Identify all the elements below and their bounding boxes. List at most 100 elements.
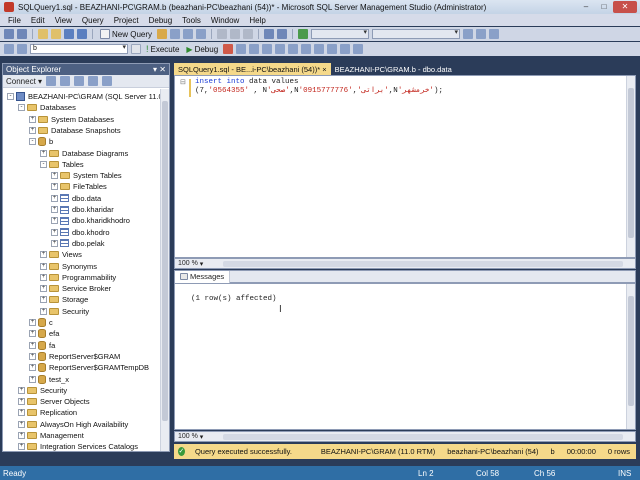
tree-node[interactable]: + test_x [29, 374, 69, 385]
object-explorer-icon[interactable] [4, 44, 14, 54]
tab-dbo-data[interactable]: BEAZHANI-PC\GRAM.b - dbo.data [331, 63, 456, 75]
tree-node[interactable]: + dbo.kharidkhodro [51, 215, 130, 226]
tree-node[interactable]: + Server Objects [18, 396, 90, 407]
menu-help[interactable]: Help [244, 16, 270, 25]
increase-indent-icon[interactable] [353, 44, 364, 54]
expand-node-icon[interactable]: + [29, 319, 36, 326]
menu-edit[interactable]: Edit [26, 16, 50, 25]
expand-node-icon[interactable]: + [29, 115, 36, 123]
maximize-button[interactable]: □ [595, 1, 613, 13]
execute-button[interactable]: ! Execute [144, 44, 181, 54]
tree-node[interactable]: + Database Snapshots [29, 125, 121, 136]
menu-window[interactable]: Window [206, 16, 244, 25]
collapse-icon[interactable]: ⊟ [180, 78, 186, 86]
tree-node[interactable]: + AlwaysOn High Availability [18, 419, 128, 430]
expand-node-icon[interactable]: + [29, 364, 36, 372]
tree-node[interactable]: + Integration Services Catalogs [18, 441, 138, 451]
menu-file[interactable]: File [3, 16, 26, 25]
activity-monitor-icon[interactable] [102, 76, 113, 86]
cut-icon[interactable] [217, 29, 228, 39]
expand-node-icon[interactable]: + [29, 375, 36, 383]
tree-node[interactable]: + Replication [18, 407, 77, 418]
tree-node[interactable]: + Views [40, 249, 82, 260]
toolbox-icon[interactable] [489, 29, 500, 39]
tab-close-icon[interactable]: × [322, 65, 326, 74]
stop-icon[interactable] [60, 76, 71, 86]
tab-messages[interactable]: Messages [175, 270, 231, 283]
results-horizontal-scrollbar[interactable] [223, 434, 623, 440]
tree-node[interactable]: + FileTables [51, 181, 107, 192]
menu-project[interactable]: Project [109, 16, 144, 25]
uncomment-icon[interactable] [327, 44, 338, 54]
comment-icon[interactable] [314, 44, 325, 54]
disconnect-icon[interactable] [46, 76, 57, 86]
expand-node-icon[interactable]: + [51, 239, 58, 247]
refresh-icon[interactable] [88, 76, 99, 86]
tree-node[interactable]: - Tables [40, 159, 84, 170]
tree-node[interactable]: + fa [29, 340, 55, 351]
new-project-icon[interactable] [38, 29, 48, 39]
tree-node[interactable]: + Storage [40, 294, 88, 305]
copy-icon[interactable] [230, 29, 241, 39]
expand-node-icon[interactable]: + [40, 307, 47, 315]
redo-icon[interactable] [277, 29, 288, 39]
back-icon[interactable] [4, 29, 14, 39]
tree-node[interactable]: + Programmability [40, 272, 116, 283]
analysis-query-icon[interactable] [170, 29, 181, 39]
find-combo[interactable] [372, 29, 461, 39]
expand-node-icon[interactable]: + [18, 386, 25, 394]
filter-icon[interactable] [74, 76, 85, 86]
expand-node-icon[interactable]: + [18, 432, 25, 439]
editor-scrollbar[interactable] [626, 76, 635, 257]
tree-node[interactable]: + Management [18, 430, 84, 441]
properties-icon[interactable] [476, 29, 487, 39]
results-zoom-combo[interactable]: 100 % [178, 433, 198, 440]
parse-icon[interactable] [131, 44, 141, 54]
tree-node[interactable]: + dbo.pelak [51, 238, 105, 249]
expand-node-icon[interactable]: + [40, 296, 47, 304]
paste-icon[interactable] [243, 29, 254, 39]
menu-view[interactable]: View [50, 16, 77, 25]
editor-zoom-combo[interactable]: 100 % [178, 260, 198, 267]
tree-node[interactable]: + efa [29, 328, 59, 339]
connect-button[interactable]: Connect ▾ [6, 77, 42, 86]
query-designer-icon[interactable] [262, 44, 273, 54]
expand-node-icon[interactable]: + [51, 172, 58, 180]
collapse-node-icon[interactable]: - [18, 104, 25, 112]
expand-node-icon[interactable]: + [18, 409, 25, 417]
tree-node[interactable]: -b [29, 136, 53, 147]
expand-node-icon[interactable]: + [51, 183, 58, 191]
expand-node-icon[interactable]: + [40, 285, 47, 293]
tab-sqlquery1[interactable]: SQLQuery1.sql - BE...i-PC\beazhani (54))… [174, 63, 331, 75]
tree-node[interactable]: + c [29, 317, 53, 328]
tree-node[interactable]: - BEAZHANI-PC\GRAM (SQL Server 11.0 [7, 91, 161, 102]
decrease-indent-icon[interactable] [340, 44, 351, 54]
save-all-icon[interactable] [77, 29, 87, 39]
dmx-query-icon[interactable] [196, 29, 207, 39]
tree-node[interactable]: - Databases [18, 102, 76, 113]
check-icon[interactable] [236, 44, 247, 54]
cancel-query-icon[interactable] [223, 44, 234, 54]
tree-node[interactable]: + ReportServer$GRAMTempDB [29, 362, 149, 373]
query-text[interactable]: insert into data values (7,'0564355' , N… [195, 78, 443, 96]
tree-node[interactable]: + dbo.khodro [51, 227, 110, 238]
available-databases-combo[interactable]: b [30, 44, 128, 54]
debug-button[interactable]: ▶ Debug [184, 45, 220, 54]
database-engine-query-icon[interactable] [157, 29, 168, 39]
expand-node-icon[interactable]: + [29, 126, 36, 134]
expand-node-icon[interactable]: + [51, 217, 58, 225]
results-to-file-icon[interactable] [301, 44, 312, 54]
minimize-button[interactable]: – [577, 1, 595, 13]
object-explorer-pin-icon[interactable]: ▾ ✕ [153, 65, 166, 74]
tree-node[interactable]: + Service Broker [40, 283, 111, 294]
collapse-node-icon[interactable]: - [29, 138, 36, 146]
expand-node-icon[interactable]: + [40, 149, 47, 157]
expand-node-icon[interactable]: + [40, 251, 47, 259]
tree-node[interactable]: + System Tables [51, 170, 122, 181]
menu-debug[interactable]: Debug [144, 16, 178, 25]
query-editor[interactable]: ⊟ insert into data values (7,'0564355' ,… [174, 75, 636, 258]
menu-tools[interactable]: Tools [177, 16, 206, 25]
open-file-icon[interactable] [51, 29, 61, 39]
messages-scrollbar[interactable] [626, 284, 635, 429]
expand-node-icon[interactable]: + [40, 262, 47, 270]
